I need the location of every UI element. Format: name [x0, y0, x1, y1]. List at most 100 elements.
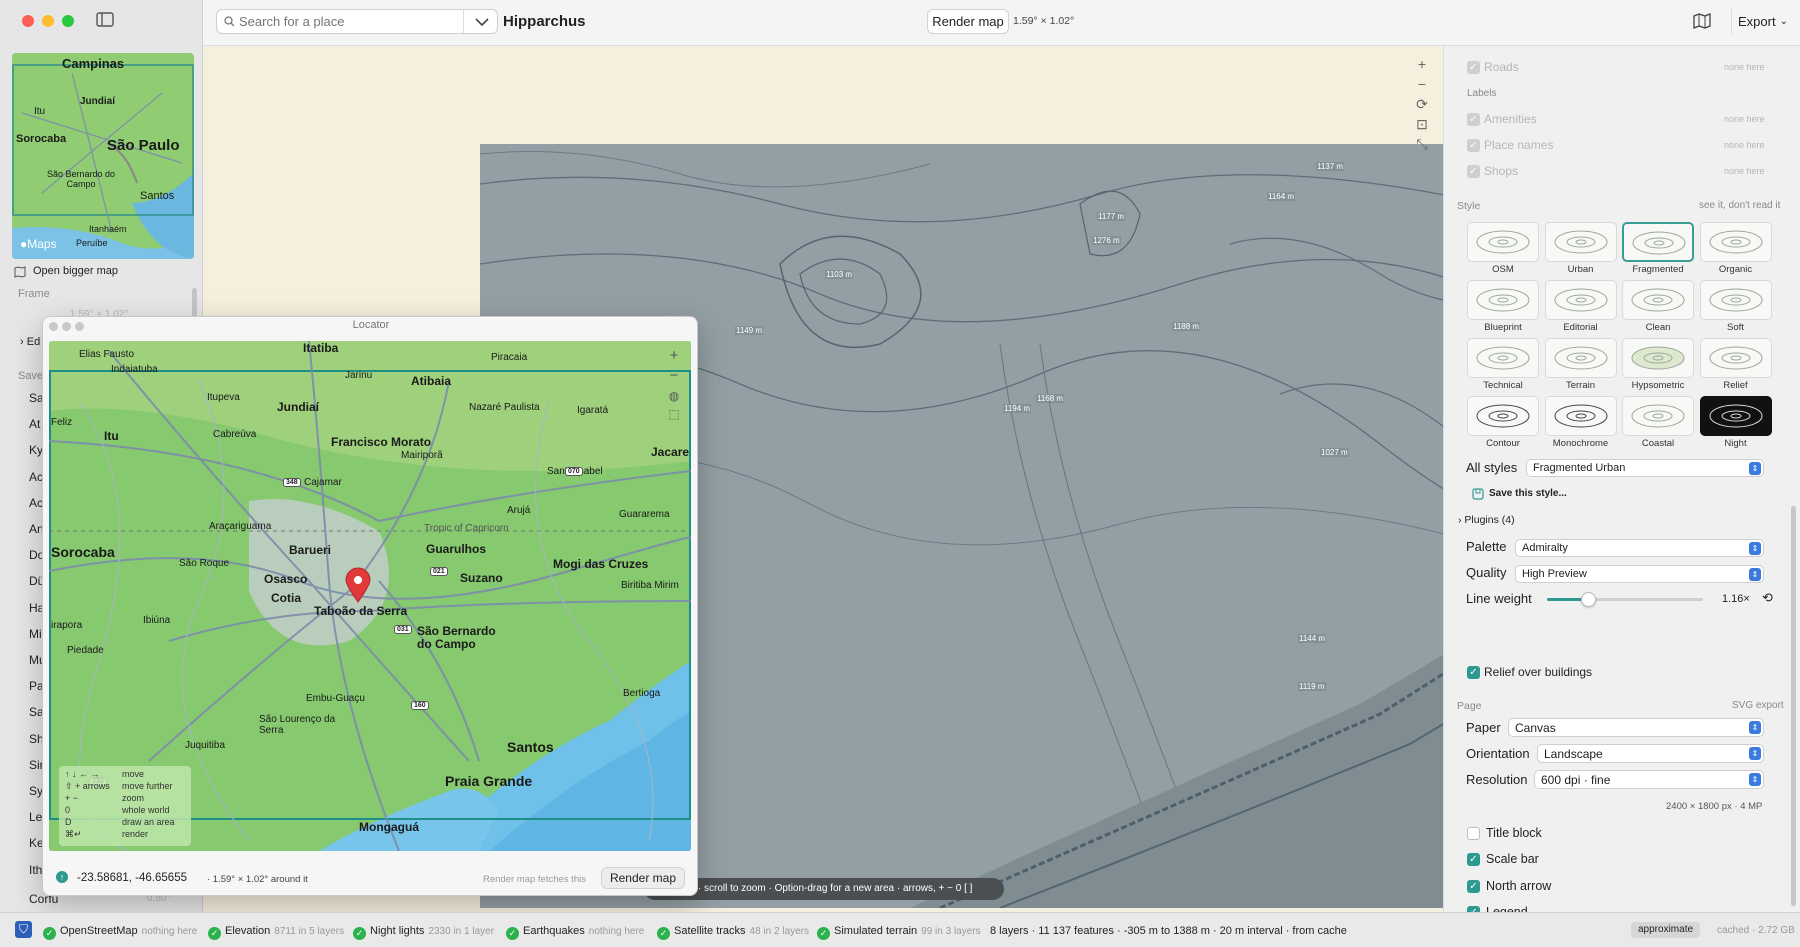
saved-item[interactable]: At: [29, 417, 40, 431]
layer-checkbox[interactable]: ✓: [1467, 61, 1480, 74]
key-hint-key: + −: [65, 793, 79, 803]
save-style-button[interactable]: Save this style...: [1489, 488, 1567, 499]
mini-map[interactable]: Campinas Jundiaí Itu Sorocaba São Paulo …: [12, 53, 194, 259]
app-status-icon[interactable]: ⛉: [15, 921, 32, 938]
style-option[interactable]: [1544, 222, 1617, 262]
sidebar-toggle-icon[interactable]: [96, 12, 114, 28]
globe-icon[interactable]: ◍: [665, 387, 683, 405]
locator-zoom-out-icon[interactable]: −: [665, 367, 683, 385]
toggle-checkbox[interactable]: ✓: [1467, 879, 1480, 893]
check-circle-icon: ✓: [506, 927, 519, 940]
locator-zoom-in-icon[interactable]: +: [665, 347, 683, 365]
close-window-button[interactable]: [22, 15, 34, 27]
style-option[interactable]: [1622, 396, 1694, 436]
style-option[interactable]: [1467, 396, 1539, 436]
search-input[interactable]: [239, 13, 459, 30]
status-layer-item[interactable]: ✓ Earthquakes nothing here: [506, 925, 644, 940]
style-option[interactable]: [1622, 222, 1694, 262]
locator-place-label: Barueri: [289, 543, 332, 557]
saved-section-label: Save: [18, 370, 44, 382]
locator-place-label: Guararema: [619, 509, 670, 520]
export-menu-button[interactable]: Export ⌄: [1731, 9, 1794, 34]
saved-item[interactable]: Le: [29, 810, 42, 824]
style-option[interactable]: [1467, 338, 1539, 378]
style-preview-icon: [1554, 288, 1607, 312]
mini-place-label: Itanhaém: [89, 224, 127, 234]
layer-checkbox[interactable]: ✓: [1467, 139, 1480, 152]
saved-item[interactable]: Ky: [29, 443, 43, 457]
line-weight-slider[interactable]: [1547, 592, 1703, 607]
line-weight-knob[interactable]: [1580, 592, 1596, 607]
style-option[interactable]: [1622, 338, 1694, 378]
status-layer-item[interactable]: ✓ Simulated terrain 99 in 3 layers: [817, 925, 981, 940]
render-map-button[interactable]: Render map: [927, 9, 1009, 34]
map-tool-button[interactable]: −: [1411, 76, 1433, 94]
locator-place-label: Itu: [104, 429, 119, 443]
relief-checkbox[interactable]: ✓: [1467, 666, 1480, 679]
style-option[interactable]: [1467, 222, 1539, 262]
plugins-label: Plugins (4): [1464, 514, 1515, 526]
locator-place-label: Jarinu: [345, 370, 373, 381]
saved-item[interactable]: Ith: [29, 863, 42, 877]
reset-icon[interactable]: ⟲: [1762, 590, 1773, 606]
locator-window[interactable]: Locator Itatiba Elias Fausto Indaiatuba …: [42, 316, 698, 896]
locator-place-label: Arujá: [507, 505, 531, 516]
map-tool-button[interactable]: ⊡: [1411, 116, 1433, 134]
open-bigger-map-link[interactable]: Open bigger map: [33, 265, 118, 277]
key-hint-row: ↑ ↓ ← → move: [65, 769, 185, 781]
locator-render-button[interactable]: Render map: [601, 867, 685, 889]
toggle-checkbox[interactable]: ✓: [1467, 853, 1480, 867]
resolution-select[interactable]: 600 dpi · fine ⇕: [1534, 770, 1764, 789]
saved-item[interactable]: Mi: [29, 627, 42, 641]
style-option[interactable]: [1699, 338, 1772, 378]
plugins-disclosure[interactable]: › Plugins (4): [1458, 514, 1515, 526]
all-styles-select[interactable]: Fragmented Urban ⇕: [1526, 459, 1764, 477]
map-tool-button[interactable]: ⟳: [1411, 96, 1433, 114]
status-layer-item[interactable]: ✓ Elevation 8711 in 5 layers: [208, 925, 344, 940]
style-option[interactable]: [1544, 338, 1617, 378]
quality-select[interactable]: High Preview ⇕: [1515, 565, 1764, 583]
minimize-window-button[interactable]: [42, 15, 54, 27]
location-pin-icon[interactable]: [344, 567, 372, 603]
layer-note: none here: [1724, 140, 1765, 150]
status-layer-item[interactable]: ✓ Satellite tracks 48 in 2 layers: [657, 925, 809, 940]
style-preview-icon: [1709, 230, 1762, 254]
draw-area-icon[interactable]: ⬚: [665, 405, 683, 423]
style-option[interactable]: [1544, 396, 1617, 436]
map-view-icon[interactable]: [1693, 13, 1711, 29]
style-option[interactable]: [1699, 222, 1772, 262]
map-tool-button[interactable]: +: [1411, 56, 1433, 74]
zoom-window-button[interactable]: [62, 15, 74, 27]
orientation-select[interactable]: Landscape ⇕: [1537, 744, 1764, 763]
status-layer-name: Night lights: [370, 925, 425, 937]
paper-select[interactable]: Canvas ⇕: [1508, 718, 1764, 737]
search-field[interactable]: [216, 9, 498, 34]
paper-label: Paper: [1466, 720, 1501, 735]
toggle-checkbox[interactable]: [1467, 827, 1480, 840]
status-layer-item[interactable]: ✓ Night lights 2330 in 1 layer: [353, 925, 494, 940]
style-option[interactable]: [1622, 280, 1694, 320]
style-option[interactable]: [1467, 280, 1539, 320]
style-option[interactable]: [1699, 396, 1772, 436]
status-layer-item[interactable]: ✓ OpenStreetMap nothing here: [43, 925, 197, 940]
edit-disclosure[interactable]: › Ed: [20, 336, 40, 348]
status-layer-name: Earthquakes: [523, 925, 585, 937]
chevron-down-icon[interactable]: [475, 17, 489, 27]
mini-place-label: Peruíbe: [76, 238, 108, 248]
map-tool-button[interactable]: ⤡: [1411, 136, 1433, 154]
saved-item[interactable]: Sy: [29, 784, 43, 798]
layer-checkbox[interactable]: ✓: [1467, 165, 1480, 178]
inspector-scrollbar[interactable]: [1791, 506, 1796, 906]
palette-value: Admiralty: [1522, 542, 1568, 554]
saved-item[interactable]: Ac: [29, 470, 43, 484]
layer-checkbox[interactable]: ✓: [1467, 113, 1480, 126]
chevron-down-icon: ⌄: [1779, 16, 1788, 27]
locator-place-label: São Lourenço da Serra: [259, 714, 336, 736]
saved-item[interactable]: Ac: [29, 496, 43, 510]
style-option[interactable]: [1544, 280, 1617, 320]
key-hint-row: + − zoom: [65, 793, 185, 805]
style-option[interactable]: [1699, 280, 1772, 320]
locator-map[interactable]: Itatiba Elias Fausto Indaiatuba Piracaia Jar…: [49, 341, 691, 851]
sidebar-scrollbar[interactable]: [192, 288, 197, 318]
palette-select[interactable]: Admiralty ⇕: [1515, 539, 1764, 557]
